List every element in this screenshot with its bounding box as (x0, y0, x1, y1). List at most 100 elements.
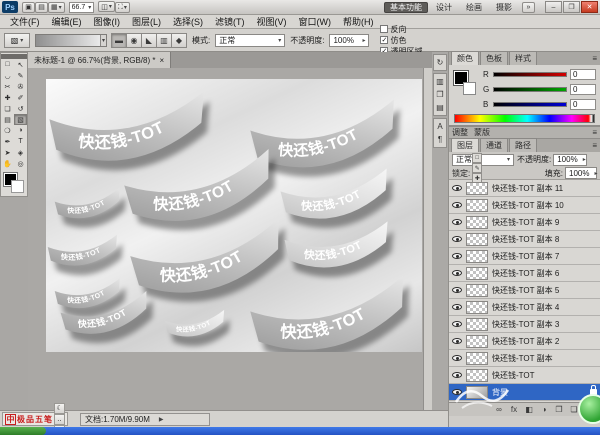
canvas[interactable]: 快还钱-TOT快还钱-TOT快还钱-TOT快还钱-TOT快还钱-TOT快还钱-T… (46, 79, 422, 352)
channel-slider[interactable] (493, 72, 567, 77)
eraser-tool[interactable]: ▤ (1, 114, 14, 125)
lock-paint-button[interactable]: ✎ (472, 163, 482, 173)
spot-healing-brush-tool[interactable]: ✚ (1, 92, 14, 103)
start-button[interactable] (0, 427, 46, 435)
layer-visibility-toggle[interactable] (452, 270, 462, 276)
tab-路径[interactable]: 路径 (509, 138, 537, 152)
hand-tool[interactable]: ✋ (1, 158, 14, 169)
channel-slider[interactable] (493, 102, 567, 107)
layer-row[interactable]: 快还钱-TOT 副本 6 (449, 265, 600, 282)
layer-visibility-toggle[interactable] (452, 304, 462, 310)
background-color-swatch[interactable] (463, 82, 476, 95)
workspace-button[interactable]: 基本功能 (384, 2, 428, 13)
rectangular-marquee-tool[interactable]: □ (1, 59, 14, 70)
mini-bridge-icon[interactable]: ▤ (35, 2, 48, 13)
close-button[interactable]: ✕ (581, 1, 598, 13)
custom-shape-tool[interactable]: ◈ (14, 147, 27, 158)
workspace-button[interactable]: 摄影 (490, 2, 518, 13)
blend-mode-select[interactable]: 正常▾ (215, 34, 285, 47)
lock-transparent-button[interactable]: □ (472, 153, 482, 163)
layer-visibility-toggle[interactable] (452, 236, 462, 242)
history-panel-icon[interactable]: ↻ (434, 56, 446, 69)
layer-visibility-toggle[interactable] (452, 185, 462, 191)
background-color-swatch[interactable] (11, 180, 24, 193)
layer-visibility-toggle[interactable] (452, 389, 462, 395)
tab-样式[interactable]: 样式 (509, 51, 537, 65)
panel-menu-icon[interactable]: ≡ (592, 141, 597, 150)
layer-blend-mode-select[interactable]: 正常▾ (452, 154, 514, 166)
screen-mode-icon[interactable]: ⛶▾ (115, 2, 130, 13)
checkbox-反向[interactable]: 反向 (380, 24, 422, 35)
vertical-scrollbar[interactable]: ▲ ▼ (423, 68, 432, 427)
layer-visibility-toggle[interactable] (452, 355, 462, 361)
layer-row[interactable]: 快还钱-TOT 副本 (449, 350, 600, 367)
diamond-gradient-button[interactable]: ◆ (171, 33, 187, 48)
tab-通道[interactable]: 通道 (480, 138, 508, 152)
minimize-button[interactable]: – (545, 1, 562, 13)
new-group-button[interactable]: ❐ (553, 405, 565, 414)
restore-button[interactable]: ❐ (563, 1, 580, 13)
layer-visibility-toggle[interactable] (452, 287, 462, 293)
quick-selection-tool[interactable]: ✎ (14, 70, 27, 81)
layer-row[interactable]: 快还钱-TOT 副本 4 (449, 299, 600, 316)
menu-edit[interactable]: 编辑(E) (46, 15, 88, 28)
workspace-overflow-button[interactable]: » (522, 2, 535, 13)
gradient-tool[interactable]: ▧ (14, 114, 27, 125)
link-layers-button[interactable]: ∞ (493, 405, 505, 414)
layer-row[interactable]: 快还钱-TOT 副本 8 (449, 231, 600, 248)
close-tab-icon[interactable]: × (159, 56, 164, 65)
menu-filter[interactable]: 滤镜(T) (209, 15, 251, 28)
layer-opacity-select[interactable]: 100%▸ (553, 154, 587, 166)
menu-help[interactable]: 帮助(H) (337, 15, 380, 28)
layer-row[interactable]: 快还钱-TOT 副本 2 (449, 333, 600, 350)
ime-logo-icon[interactable]: 中 (5, 414, 16, 425)
view-extras-icon[interactable]: ▦▾ (48, 2, 65, 13)
menu-image[interactable]: 图像(I) (88, 15, 127, 28)
menu-file[interactable]: 文件(F) (4, 15, 46, 28)
layer-row[interactable]: 快还钱-TOT 副本 7 (449, 248, 600, 265)
layer-visibility-toggle[interactable] (452, 253, 462, 259)
tab-蒙版[interactable]: 蒙版 (474, 127, 490, 138)
linear-gradient-button[interactable]: ▬ (111, 33, 127, 48)
brush-tool[interactable]: ✐ (14, 92, 27, 103)
add-layer-mask-button[interactable]: ◧ (523, 405, 535, 414)
layer-row[interactable]: 背景 (449, 384, 600, 401)
menu-select[interactable]: 选择(S) (167, 15, 209, 28)
adjustment-layer-button[interactable]: ◑ (538, 405, 550, 414)
opacity-select[interactable]: 100%▸ (329, 34, 369, 47)
layer-row[interactable]: 快还钱-TOT 副本 10 (449, 197, 600, 214)
workspace-button[interactable]: 绘画 (460, 2, 488, 13)
menu-window[interactable]: 窗口(W) (293, 15, 338, 28)
menu-layer[interactable]: 图层(L) (126, 15, 167, 28)
menu-view[interactable]: 视图(V) (251, 15, 293, 28)
pen-tool[interactable]: ✒ (1, 136, 14, 147)
tab-颜色[interactable]: 颜色 (451, 51, 479, 65)
ime-button-1[interactable]: ‥ (54, 414, 65, 425)
clone-stamp-tool[interactable]: ❏ (1, 103, 14, 114)
document-info[interactable]: 文档:1.70M/9.90M ▶ (80, 413, 210, 426)
eyedropper-tool[interactable]: ✇ (14, 81, 27, 92)
lasso-tool[interactable]: ◡ (1, 70, 14, 81)
paragraph-panel-icon[interactable]: ¶ (434, 133, 446, 146)
launch-bridge-icon[interactable]: ▣ (22, 2, 35, 13)
reflected-gradient-button[interactable]: ▥ (156, 33, 172, 48)
angle-gradient-button[interactable]: ◣ (141, 33, 157, 48)
layer-row[interactable]: 快还钱-TOT 副本 9 (449, 214, 600, 231)
panel-dock-icon[interactable]: ▤ (434, 101, 446, 114)
layer-style-button[interactable]: fx (508, 405, 520, 414)
panel-menu-icon[interactable]: ≡ (592, 128, 597, 137)
layer-visibility-toggle[interactable] (452, 321, 462, 327)
radial-gradient-button[interactable]: ◉ (126, 33, 142, 48)
tool-preset-picker[interactable]: ▧▾ (4, 33, 30, 48)
channel-value-field[interactable]: 0 (570, 99, 596, 110)
layer-visibility-toggle[interactable] (452, 202, 462, 208)
color-spectrum-ramp[interactable] (454, 114, 595, 123)
channel-value-field[interactable]: 0 (570, 84, 596, 95)
panel-dock-icon[interactable]: ❐ (434, 88, 446, 101)
zoom-tool[interactable]: ◎ (14, 158, 27, 169)
zoom-level-field[interactable]: 66.7▾ (69, 2, 95, 13)
history-brush-tool[interactable]: ↺ (14, 103, 27, 114)
workspace-button[interactable]: 设计 (430, 2, 458, 13)
windows-taskbar[interactable] (0, 427, 600, 435)
path-selection-tool[interactable]: ➤ (1, 147, 14, 158)
